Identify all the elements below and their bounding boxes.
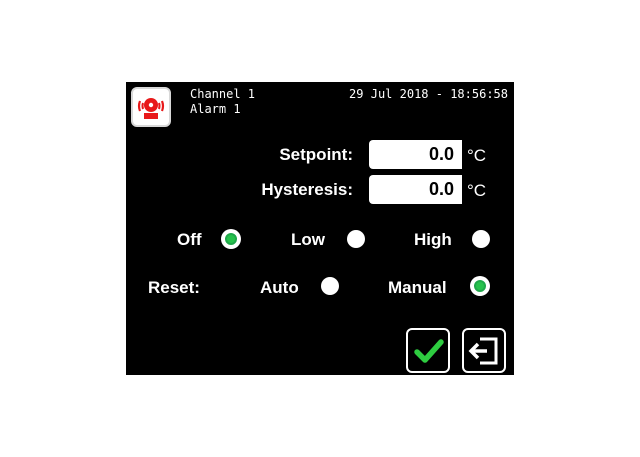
setpoint-unit: °C (467, 146, 487, 165)
alarm-bell-icon (131, 87, 171, 127)
reset-auto-radio[interactable] (321, 277, 339, 295)
reset-auto-label[interactable]: Auto (260, 278, 299, 298)
alarm-settings-screen: Channel 1 Alarm 1 29 Jul 2018 - 18:56:58… (126, 82, 514, 375)
channel-label: Channel 1 (190, 87, 256, 101)
option-high-radio[interactable] (472, 230, 490, 248)
confirm-button[interactable] (406, 328, 450, 373)
exit-button[interactable] (462, 328, 506, 373)
option-low-radio[interactable] (347, 230, 365, 248)
alarm-label: Alarm 1 (190, 102, 241, 116)
setpoint-label: Setpoint: (279, 145, 353, 164)
option-high-label[interactable]: High (414, 230, 452, 250)
hysteresis-unit: °C (467, 181, 487, 200)
reset-label: Reset: (148, 278, 200, 297)
hysteresis-label: Hysteresis: (261, 180, 353, 199)
option-off-radio[interactable] (222, 230, 240, 248)
option-low-label[interactable]: Low (291, 230, 325, 250)
reset-manual-label[interactable]: Manual (388, 278, 447, 298)
exit-icon (468, 337, 498, 365)
setpoint-input[interactable]: 0.0 (369, 140, 462, 169)
checkmark-icon (414, 339, 444, 363)
reset-manual-radio[interactable] (471, 277, 489, 295)
hysteresis-input[interactable]: 0.0 (369, 175, 462, 204)
datetime-display: 29 Jul 2018 - 18:56:58 (349, 87, 508, 101)
option-off-label[interactable]: Off (177, 230, 202, 250)
